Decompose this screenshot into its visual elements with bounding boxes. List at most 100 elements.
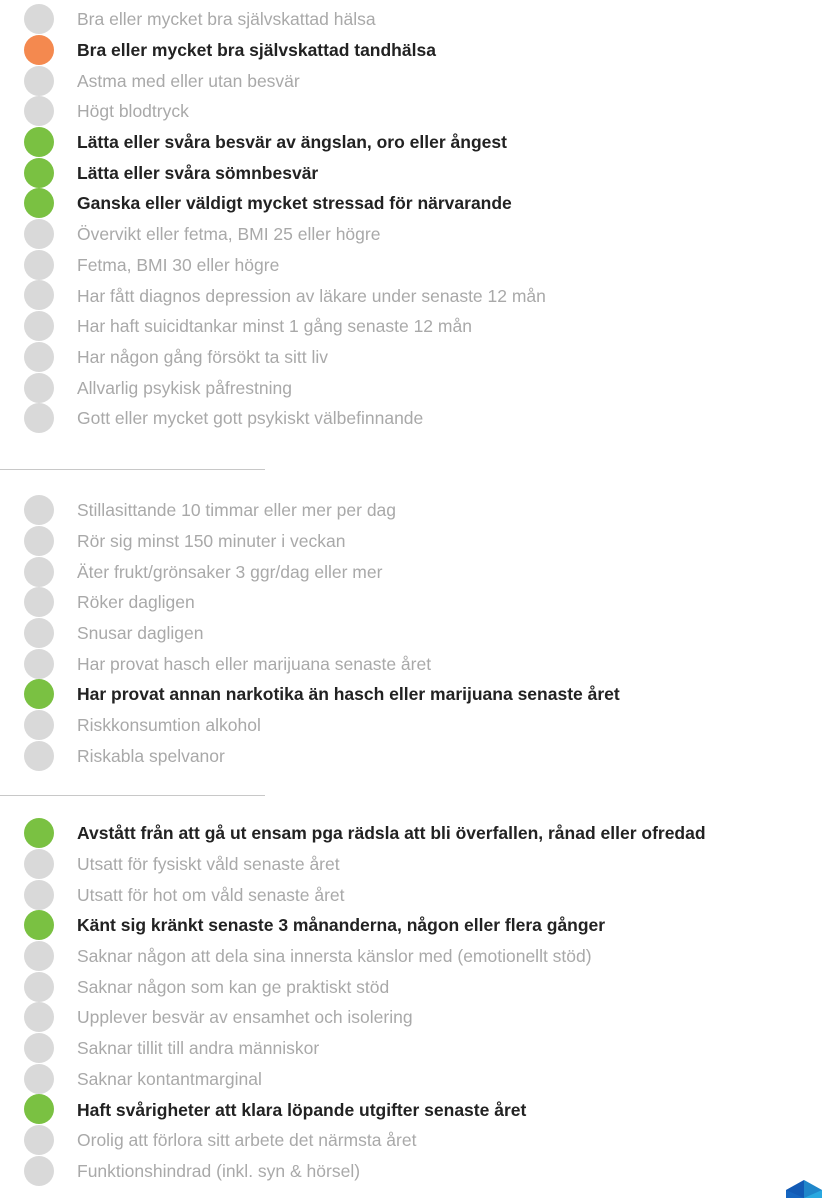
status-dot-gray <box>24 1125 54 1156</box>
indicator-group-social: Avstått från att gå ut ensam pga rädsla … <box>24 818 830 1186</box>
status-dot-gray <box>24 848 54 879</box>
indicator-row: Övervikt eller fetma, BMI 25 eller högre <box>24 219 830 250</box>
indicator-label: Har någon gång försökt ta sitt liv <box>77 346 328 367</box>
indicator-row: Saknar någon som kan ge praktiskt stöd <box>24 971 830 1002</box>
status-dot-gray <box>24 941 54 972</box>
indicator-row: Fetma, BMI 30 eller högre <box>24 249 830 281</box>
indicator-label: Ganska eller väldigt mycket stressad för… <box>77 193 512 214</box>
indicator-label: Bra eller mycket bra självskattad tandhä… <box>77 40 436 61</box>
indicator-label: Röker dagligen <box>77 592 195 613</box>
status-dot-green <box>24 188 54 219</box>
indicator-row: Röker dagligen <box>24 587 830 618</box>
status-dot-gray <box>24 403 54 434</box>
indicator-group-lifestyle: Stillasittande 10 timmar eller mer per d… <box>24 495 830 771</box>
indicator-row: Rör sig minst 150 minuter i veckan <box>24 525 830 557</box>
indicator-label: Lätta eller svåra sömnbesvär <box>77 162 319 183</box>
status-dot-gray <box>24 556 54 587</box>
indicator-label: Gott eller mycket gott psykiskt välbefin… <box>77 408 424 429</box>
status-dot-green <box>24 157 54 188</box>
status-dot-gray <box>24 311 54 342</box>
indicator-label: Har provat annan narkotika än hasch elle… <box>77 684 620 705</box>
status-dot-orange <box>24 34 54 65</box>
indicator-row: Högt blodtryck <box>24 96 830 127</box>
indicator-label: Högt blodtryck <box>77 101 189 122</box>
status-dot-gray <box>24 1155 54 1186</box>
indicator-label: Orolig att förlora sitt arbete det närms… <box>77 1130 417 1151</box>
indicator-row: Bra eller mycket bra självskattad hälsa <box>24 4 830 35</box>
status-dot-gray <box>24 525 54 556</box>
status-dot-green <box>24 679 54 710</box>
indicator-label: Har fått diagnos depression av läkare un… <box>77 285 546 306</box>
indicator-row: Riskabla spelvanor <box>24 740 830 772</box>
indicator-label: Har provat hasch eller marijuana senaste… <box>77 653 432 674</box>
section-divider <box>0 469 265 470</box>
status-dot-gray <box>24 372 54 403</box>
indicator-row: Snusar dagligen <box>24 618 830 649</box>
indicator-row: Stillasittande 10 timmar eller mer per d… <box>24 495 830 526</box>
indicator-label: Rör sig minst 150 minuter i veckan <box>77 531 346 552</box>
indicator-label: Saknar någon som kan ge praktiskt stöd <box>77 976 390 997</box>
indicator-label: Funktionshindrad (inkl. syn & hörsel) <box>77 1160 361 1181</box>
status-dot-gray <box>24 219 54 250</box>
indicator-row: Har någon gång försökt ta sitt liv <box>24 341 830 373</box>
indicator-row: Utsatt för fysiskt våld senaste året <box>24 848 830 880</box>
indicator-row: Äter frukt/grönsaker 3 ggr/dag eller mer <box>24 556 830 587</box>
indicator-label: Astma med eller utan besvär <box>77 70 300 91</box>
indicator-row: Har fått diagnos depression av läkare un… <box>24 280 830 311</box>
status-dot-gray <box>24 879 54 910</box>
indicator-label: Saknar någon att dela sina innersta käns… <box>77 946 592 967</box>
indicator-label: Saknar kontantmarginal <box>77 1068 262 1089</box>
status-dot-gray <box>24 648 54 679</box>
indicator-label: Riskabla spelvanor <box>77 745 225 766</box>
status-dot-gray <box>24 587 54 618</box>
indicator-row: Känt sig kränkt senaste 3 månanderna, nå… <box>24 910 830 941</box>
indicator-row: Upplever besvär av ensamhet och isolerin… <box>24 1002 830 1033</box>
status-dot-gray <box>24 4 54 35</box>
indicator-label: Snusar dagligen <box>77 623 204 644</box>
indicator-row: Riskkonsumtion alkohol <box>24 710 830 741</box>
status-dot-gray <box>24 280 54 311</box>
status-dot-gray <box>24 341 54 372</box>
status-dot-gray <box>24 740 54 771</box>
indicator-row: Utsatt för hot om våld senaste året <box>24 879 830 910</box>
status-dot-gray <box>24 618 54 649</box>
indicator-row: Lätta eller svåra besvär av ängslan, oro… <box>24 127 830 158</box>
indicator-label: Allvarlig psykisk påfrestning <box>77 377 292 398</box>
status-dot-gray <box>24 1002 54 1033</box>
indicator-row: Funktionshindrad (inkl. syn & hörsel) <box>24 1155 830 1187</box>
indicator-label: Övervikt eller fetma, BMI 25 eller högre <box>77 224 381 245</box>
indicator-row: Gott eller mycket gott psykiskt välbefin… <box>24 403 830 434</box>
indicator-label: Har haft suicidtankar minst 1 gång senas… <box>77 316 472 337</box>
status-dot-gray <box>24 1033 54 1064</box>
section-divider <box>0 795 265 796</box>
indicator-row: Har provat annan narkotika än hasch elle… <box>24 679 830 710</box>
indicator-row: Astma med eller utan besvär <box>24 65 830 96</box>
indicator-row: Saknar tillit till andra människor <box>24 1033 830 1064</box>
indicator-row: Lätta eller svåra sömnbesvär <box>24 157 830 188</box>
status-dot-gray <box>24 249 54 280</box>
indicator-row: Bra eller mycket bra självskattad tandhä… <box>24 34 830 66</box>
status-dot-gray <box>24 96 54 127</box>
indicator-row: Saknar någon att dela sina innersta käns… <box>24 941 830 972</box>
indicator-label: Utsatt för hot om våld senaste året <box>77 884 345 905</box>
indicator-label: Utsatt för fysiskt våld senaste året <box>77 854 340 875</box>
status-dot-gray <box>24 971 54 1002</box>
indicator-label: Riskkonsumtion alkohol <box>77 715 261 736</box>
indicator-label: Känt sig kränkt senaste 3 månanderna, nå… <box>77 915 606 936</box>
indicator-row: Orolig att förlora sitt arbete det närms… <box>24 1125 830 1156</box>
indicator-label: Lätta eller svåra besvär av ängslan, oro… <box>77 132 507 153</box>
indicator-row: Allvarlig psykisk påfrestning <box>24 372 830 403</box>
indicator-label: Fetma, BMI 30 eller högre <box>77 254 280 275</box>
indicator-row: Saknar kontantmarginal <box>24 1063 830 1095</box>
indicator-row: Avstått från att gå ut ensam pga rädsla … <box>24 818 830 849</box>
indicator-label: Bra eller mycket bra självskattad hälsa <box>77 9 376 30</box>
status-dot-gray <box>24 1063 54 1094</box>
status-dot-gray <box>24 495 54 526</box>
indicator-label: Haft svårigheter att klara löpande utgif… <box>77 1099 527 1120</box>
indicator-label: Saknar tillit till andra människor <box>77 1038 320 1059</box>
status-dot-gray <box>24 65 54 96</box>
indicator-label: Avstått från att gå ut ensam pga rädsla … <box>77 823 706 844</box>
indicator-row: Haft svårigheter att klara löpande utgif… <box>24 1094 830 1125</box>
status-dot-green <box>24 127 54 158</box>
status-dot-green <box>24 818 54 849</box>
